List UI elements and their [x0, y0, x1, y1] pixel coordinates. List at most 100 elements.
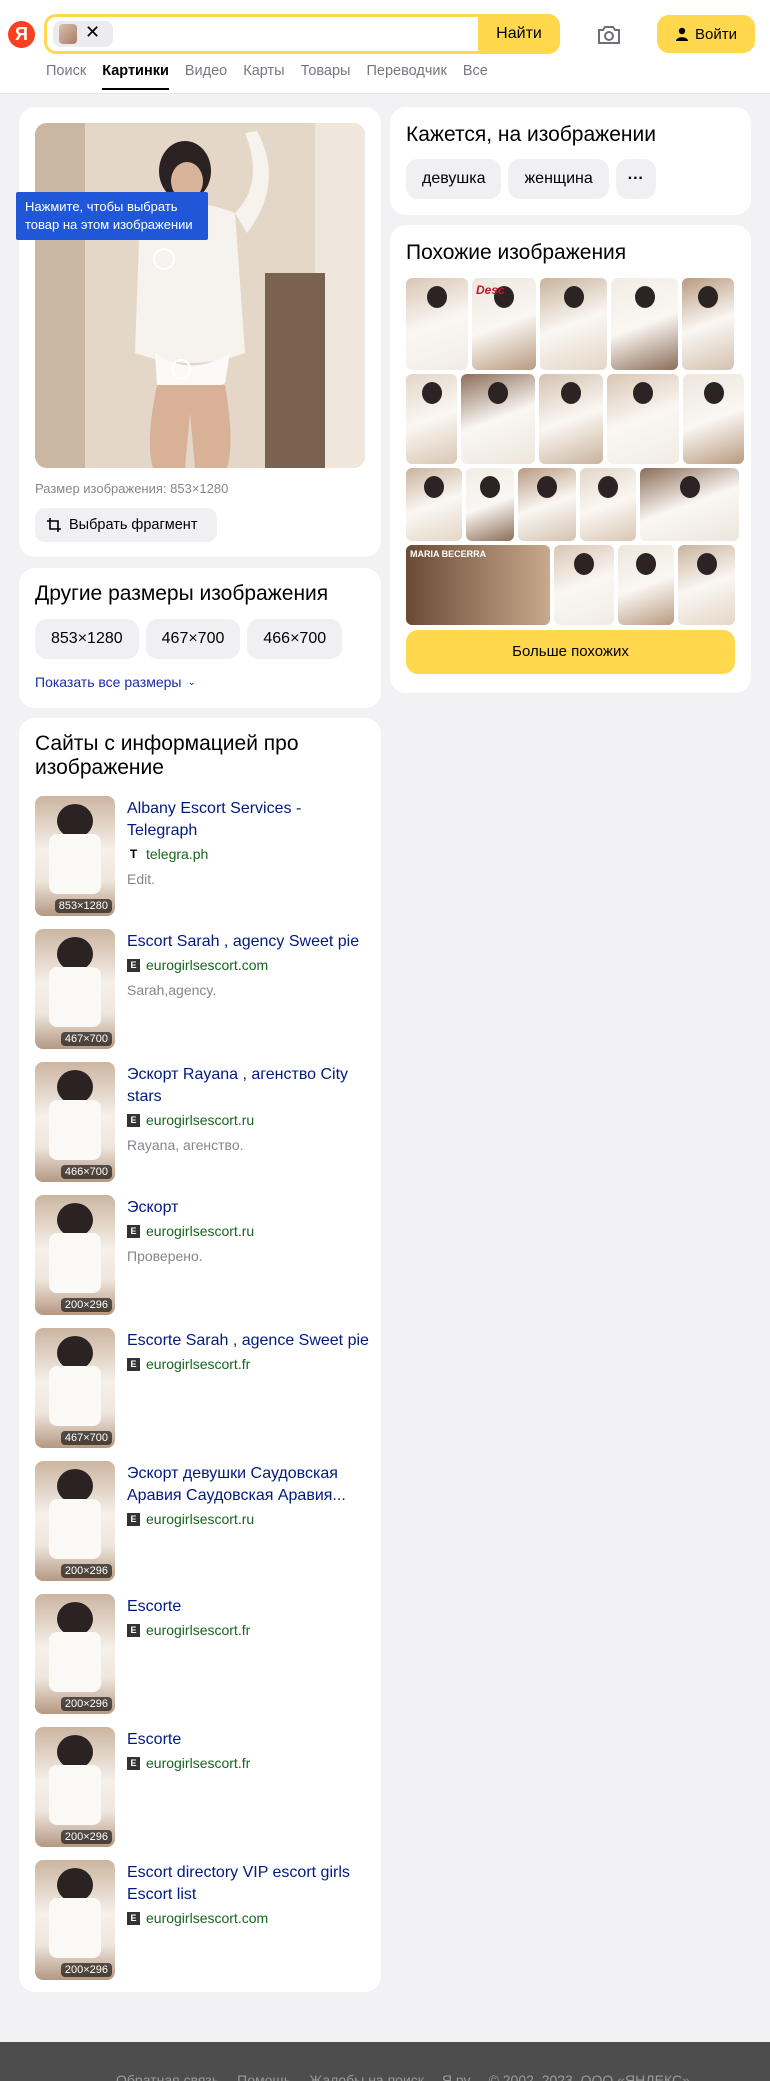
- size-option[interactable]: 467×700: [145, 619, 241, 659]
- site-thumb-figure: [57, 1070, 93, 1104]
- more-tags-button[interactable]: ···: [615, 159, 656, 199]
- similar-image-thumbnail[interactable]: [466, 468, 514, 541]
- site-domain[interactable]: Eeurogirlsescort.ru: [127, 1220, 372, 1242]
- site-result-thumbnail[interactable]: 853×1280: [35, 796, 115, 916]
- thumb-figure: [634, 286, 655, 308]
- site-result-title[interactable]: Эскорт Rayana , агенство City stars Eeuro…: [127, 1064, 372, 1156]
- site-result-title[interactable]: Albany Escort Services - Telegraph Tteleg…: [127, 798, 372, 890]
- site-result-thumbnail[interactable]: 200×296: [35, 1195, 115, 1315]
- site-thumb-figure: [57, 1336, 93, 1370]
- tab-all[interactable]: Все: [463, 63, 488, 90]
- image-query-chip[interactable]: ✕: [53, 21, 113, 47]
- site-domain[interactable]: Eeurogirlsescort.ru: [127, 1508, 372, 1530]
- tab-images[interactable]: Картинки: [102, 63, 169, 90]
- similar-image-thumbnail[interactable]: [580, 468, 636, 541]
- site-result-thumbnail[interactable]: 467×700: [35, 929, 115, 1049]
- similar-image-thumbnail[interactable]: [554, 545, 614, 625]
- tab-products[interactable]: Товары: [301, 63, 351, 90]
- similar-image-thumbnail[interactable]: [618, 545, 674, 625]
- site-result-title[interactable]: Escorte Eeurogirlsescort.fr: [127, 1729, 372, 1774]
- yandex-logo[interactable]: Я: [8, 21, 35, 48]
- tag-chip[interactable]: девушка: [406, 159, 502, 199]
- site-result-title[interactable]: Escort Sarah , agency Sweet pie Eeurogirl…: [127, 931, 372, 1001]
- similar-image-thumbnail[interactable]: [518, 468, 576, 541]
- product-select-tooltip: Нажмите, чтобы выбрать товар на этом изо…: [16, 192, 208, 240]
- tag-chip[interactable]: женщина: [508, 159, 609, 199]
- site-result-thumbnail[interactable]: 466×700: [35, 1062, 115, 1182]
- site-result-title[interactable]: Escorte Sarah , agence Sweet pie Eeurogir…: [127, 1330, 372, 1375]
- tab-translator[interactable]: Переводчик: [366, 63, 446, 90]
- site-result-title[interactable]: Эскорт девушки Саудовская Аравия Саудовс…: [127, 1463, 372, 1530]
- tab-maps[interactable]: Карты: [243, 63, 284, 90]
- select-fragment-button[interactable]: Выбрать фрагмент: [35, 508, 217, 542]
- site-snippet: Rayana, агенство.: [127, 1137, 244, 1153]
- site-title-text: Escort Sarah , agency Sweet pie: [127, 933, 360, 950]
- similar-image-thumbnail[interactable]: [540, 278, 607, 370]
- site-domain[interactable]: Eeurogirlsescort.fr: [127, 1619, 372, 1641]
- footer-link[interactable]: Помощь: [237, 2072, 291, 2081]
- similar-image-thumbnail[interactable]: [406, 374, 457, 464]
- site-result-title[interactable]: Escort directory VIP escort girls Escort…: [127, 1862, 372, 1929]
- similar-image-thumbnail[interactable]: [682, 278, 734, 370]
- sites-card-title: Сайты с информацией про изображение: [35, 732, 299, 779]
- similar-image-thumbnail[interactable]: [611, 278, 678, 370]
- show-all-sizes-link[interactable]: Показать все размеры ⌄: [35, 674, 196, 690]
- similar-image-thumbnail[interactable]: [461, 374, 535, 464]
- site-domain-text: telegra.ph: [146, 846, 209, 862]
- footer-link[interactable]: Жалобы на поиск: [309, 2072, 424, 2081]
- site-result-thumbnail[interactable]: 200×296: [35, 1461, 115, 1581]
- similar-image-thumbnail[interactable]: [607, 374, 679, 464]
- site-domain[interactable]: Eeurogirlsescort.fr: [127, 1752, 372, 1774]
- site-domain[interactable]: Eeurogirlsescort.ru: [127, 1109, 372, 1131]
- site-result-title[interactable]: Эскорт Eeurogirlsescort.ru Проверено.: [127, 1197, 372, 1267]
- similar-image-thumbnail[interactable]: [539, 374, 603, 464]
- tab-search[interactable]: Поиск: [46, 63, 86, 90]
- similar-image-thumbnail[interactable]: [406, 468, 462, 541]
- search-button[interactable]: Найти: [478, 14, 560, 54]
- select-fragment-label: Выбрать фрагмент: [69, 517, 198, 533]
- site-result-thumbnail[interactable]: 200×296: [35, 1860, 115, 1980]
- similar-image-thumbnail[interactable]: [678, 545, 735, 625]
- login-button[interactable]: Войти: [657, 15, 755, 53]
- site-domain[interactable]: Ttelegra.ph: [127, 843, 372, 865]
- size-option[interactable]: 466×700: [247, 619, 343, 659]
- footer-link[interactable]: Обратная связь: [116, 2072, 219, 2081]
- camera-search-icon[interactable]: [594, 20, 624, 50]
- crop-icon: [47, 518, 61, 532]
- site-domain[interactable]: Eeurogirlsescort.com: [127, 1907, 372, 1929]
- site-domain[interactable]: Eeurogirlsescort.com: [127, 954, 372, 976]
- site-result-thumbnail[interactable]: 200×296: [35, 1727, 115, 1847]
- query-image[interactable]: [35, 123, 365, 468]
- thumb-figure: [427, 286, 447, 308]
- site-result-thumbnail[interactable]: 200×296: [35, 1594, 115, 1714]
- user-icon: [676, 27, 688, 41]
- site-thumb-figure: [57, 1735, 93, 1769]
- site-result-title[interactable]: Escorte Eeurogirlsescort.fr: [127, 1596, 372, 1641]
- size-option[interactable]: 853×1280: [35, 619, 139, 659]
- clear-icon[interactable]: ✕: [85, 22, 100, 43]
- similar-image-overlay-text: Desc: [476, 283, 505, 297]
- hotspot-icon[interactable]: [171, 359, 191, 379]
- site-favicon-icon: E: [127, 1911, 140, 1925]
- site-thumb-body: [49, 1100, 101, 1160]
- site-thumb-figure: [57, 1203, 93, 1237]
- thumbnail-size-badge: 200×296: [60, 1564, 112, 1578]
- footer-link[interactable]: © 2002–2023, ООО «ЯНДЕКС»: [489, 2072, 690, 2081]
- site-domain[interactable]: Eeurogirlsescort.fr: [127, 1353, 372, 1375]
- hotspot-icon[interactable]: [153, 248, 175, 270]
- tab-video[interactable]: Видео: [185, 63, 227, 90]
- similar-image-thumbnail[interactable]: [640, 468, 739, 541]
- similar-image-thumbnail[interactable]: [683, 374, 744, 464]
- footer-link[interactable]: Я.ру: [442, 2072, 471, 2081]
- site-result-thumbnail[interactable]: 467×700: [35, 1328, 115, 1448]
- similar-image-thumbnail[interactable]: [406, 278, 468, 370]
- site-favicon-icon: E: [127, 1113, 140, 1127]
- site-thumb-figure: [57, 937, 93, 971]
- tags-card-title: Кажется, на изображении: [406, 123, 656, 146]
- site-snippet: Edit.: [127, 871, 156, 887]
- chevron-down-icon: ⌄: [187, 676, 196, 688]
- image-size-caption: Размер изображения: 853×1280: [35, 481, 229, 496]
- site-title-text: Эскорт: [127, 1199, 179, 1216]
- more-similar-button[interactable]: Больше похожих: [406, 630, 735, 674]
- header: Я ✕ Найти Войти Поиск Картинки Видео Кар…: [0, 0, 770, 94]
